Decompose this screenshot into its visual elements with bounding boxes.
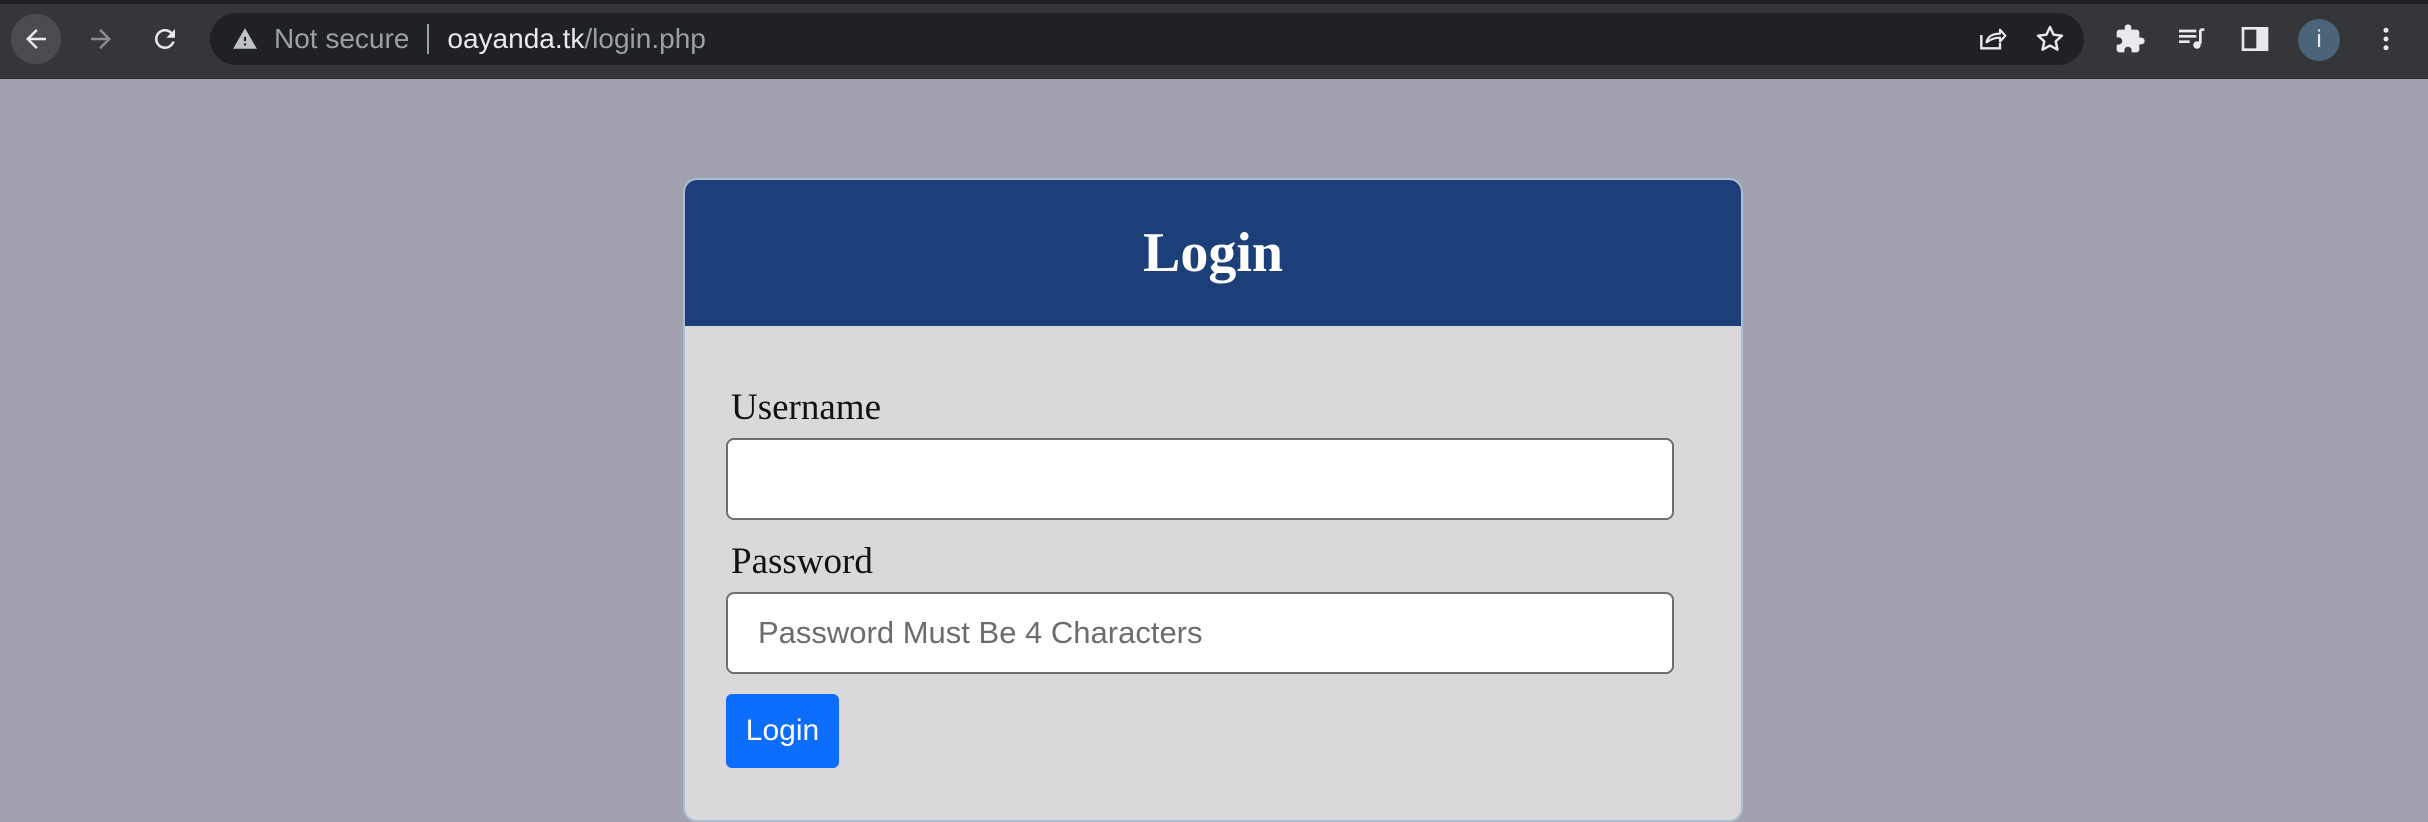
password-input[interactable]: [726, 592, 1674, 674]
tab-strip-edge: [0, 0, 2428, 4]
reload-icon: [154, 28, 175, 49]
reading-list-button[interactable]: [2166, 14, 2216, 64]
kebab-menu-icon: [2383, 27, 2389, 51]
extensions-puzzle-icon: [2116, 24, 2145, 53]
login-card: Login Username Password Login: [683, 178, 1743, 822]
url-host: oayanda.tk: [447, 23, 585, 54]
login-button[interactable]: Login: [726, 694, 839, 768]
username-label: Username: [731, 387, 881, 428]
username-input[interactable]: [726, 438, 1674, 520]
browser-toolbar: Not secure oayanda.tk/login.php i: [0, 0, 2428, 79]
security-indicator[interactable]: [232, 26, 258, 52]
password-label: Password: [731, 541, 873, 582]
address-bar[interactable]: Not secure oayanda.tk/login.php: [210, 13, 2084, 65]
profile-avatar[interactable]: i: [2298, 19, 2340, 61]
address-separator: [427, 24, 430, 54]
security-status-text: Not secure: [274, 23, 410, 54]
browser-menu-button[interactable]: [2361, 14, 2411, 64]
url-path: /login.php: [584, 23, 706, 54]
back-button[interactable]: [11, 14, 61, 64]
share-icon[interactable]: [1976, 23, 2008, 55]
warning-icon: [233, 28, 257, 49]
forward-button[interactable]: [76, 14, 126, 64]
login-title: Login: [1142, 222, 1284, 284]
reload-button[interactable]: [140, 14, 190, 64]
extensions-button[interactable]: [2105, 14, 2155, 64]
back-arrow-icon: [26, 29, 46, 49]
star-icon[interactable]: [2034, 23, 2066, 55]
reading-list-icon: [2179, 28, 2205, 49]
side-panel-button[interactable]: [2230, 14, 2280, 64]
login-card-header: Login: [685, 180, 1741, 326]
side-panel-icon: [2241, 27, 2269, 51]
url-text[interactable]: oayanda.tk/login.php: [447, 23, 705, 55]
forward-arrow-icon: [91, 29, 111, 49]
